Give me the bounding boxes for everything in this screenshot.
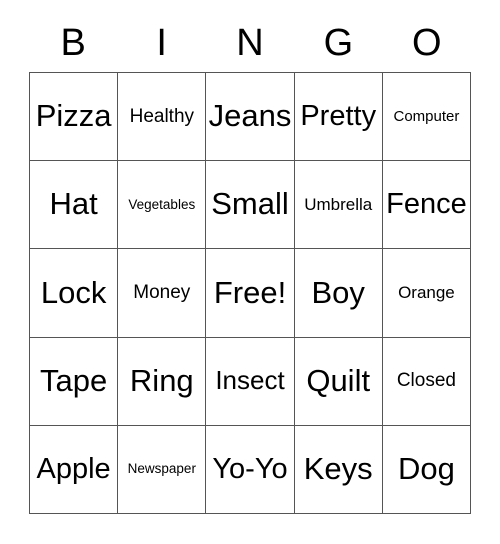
bingo-cell-g1[interactable]: Pretty [294,73,383,162]
bingo-cell-i2[interactable]: Vegetables [118,161,207,250]
bingo-cell-b5[interactable]: Apple [30,425,119,515]
bingo-cell-n2[interactable]: Small [206,161,295,250]
bingo-cell-label: Pretty [300,100,377,133]
bingo-cell-b1[interactable]: Pizza [30,73,119,162]
bingo-row: Apple Newspaper Yo-Yo Keys Dog [30,425,472,515]
bingo-header-letter-o: O [412,22,442,64]
bingo-cell-label: Hat [49,186,98,222]
bingo-row: Lock Money Free! Boy Orange [30,249,472,338]
bingo-cell-label: Money [133,281,191,303]
bingo-cell-label: Jeans [208,98,292,134]
bingo-cell-label: Lock [40,274,107,310]
bingo-cell-n4[interactable]: Insect [206,337,295,426]
bingo-cell-g5[interactable]: Keys [294,425,383,515]
bingo-grid: Pizza Healthy Jeans Pretty Computer Hat … [29,72,472,515]
bingo-cell-i5[interactable]: Newspaper [118,425,207,515]
bingo-cell-o3[interactable]: Orange [382,249,472,338]
bingo-cell-i4[interactable]: Ring [118,337,207,426]
bingo-header-letter-b: B [60,22,86,64]
bingo-cell-label: Ring [129,362,194,398]
bingo-cell-n5[interactable]: Yo-Yo [206,425,295,515]
bingo-cell-label: Vegetables [128,196,196,212]
bingo-cell-label: Apple [36,453,111,486]
bingo-cell-label: Umbrella [304,194,373,214]
bingo-cell-label: Boy [311,274,365,310]
bingo-cell-g4[interactable]: Quilt [294,337,383,426]
bingo-cell-label: Pizza [35,98,112,134]
bingo-cell-g3[interactable]: Boy [294,249,383,338]
bingo-cell-b3[interactable]: Lock [30,249,119,338]
bingo-card: B I N G O Pizza Healthy Jeans Pretty Com… [0,0,500,544]
bingo-header-letter-n: N [236,22,264,64]
bingo-cell-label: Orange [398,283,455,302]
bingo-cell-label: Keys [303,450,373,486]
bingo-cell-label: Yo-Yo [212,453,288,486]
bingo-cell-o5[interactable]: Dog [382,425,472,515]
bingo-cell-n1[interactable]: Jeans [206,73,295,162]
bingo-cell-label: Fence [386,188,467,221]
bingo-cell-b4[interactable]: Tape [30,337,119,426]
bingo-cell-label: Insect [215,365,285,396]
bingo-cell-label: Tape [39,362,108,398]
bingo-header-letter-g: G [323,22,354,64]
bingo-cell-label: Newspaper [127,461,196,477]
bingo-row: Hat Vegetables Small Umbrella Fence [30,161,472,250]
bingo-cell-o1[interactable]: Computer [382,73,472,162]
bingo-cell-i1[interactable]: Healthy [118,73,207,162]
bingo-header-letter-i: I [156,22,167,64]
bingo-cell-i3[interactable]: Money [118,249,207,338]
bingo-row: Pizza Healthy Jeans Pretty Computer [30,73,472,162]
bingo-cell-o2[interactable]: Fence [382,161,472,250]
bingo-cell-g2[interactable]: Umbrella [294,161,383,250]
bingo-header: B I N G O [29,16,471,70]
bingo-cell-free-space[interactable]: Free! [206,249,295,338]
bingo-cell-label: Free! [213,274,287,310]
bingo-cell-b2[interactable]: Hat [30,161,119,250]
bingo-cell-label: Quilt [306,362,371,398]
bingo-cell-label: Closed [396,370,456,392]
bingo-cell-label: Computer [393,107,460,125]
bingo-cell-o4[interactable]: Closed [382,337,472,426]
bingo-cell-label: Healthy [129,105,195,127]
bingo-cell-label: Dog [397,450,455,486]
bingo-cell-label: Small [211,186,289,222]
bingo-row: Tape Ring Insect Quilt Closed [30,337,472,426]
